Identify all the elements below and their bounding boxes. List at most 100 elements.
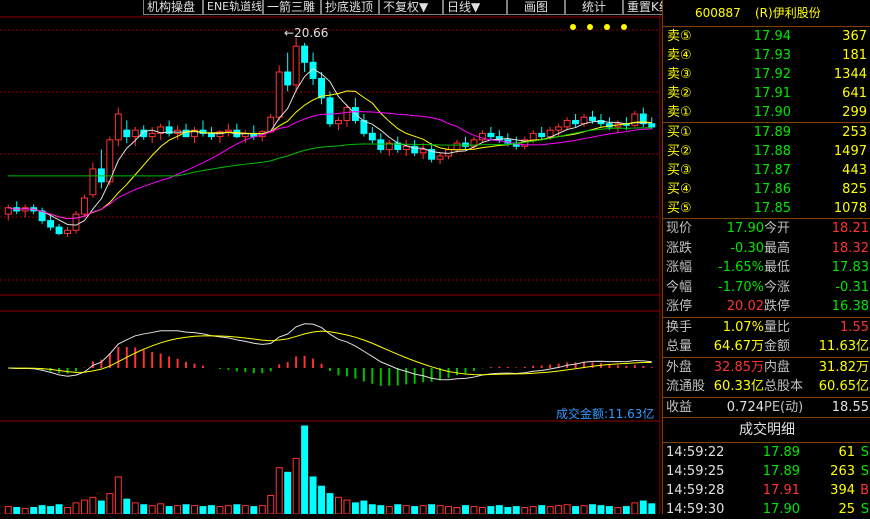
stock-header: 600887 (R)伊利股份 xyxy=(663,0,870,27)
trade-detail-title[interactable]: 成交明细 xyxy=(663,417,870,443)
volume-bar xyxy=(284,471,292,514)
stat-value: 16.38 xyxy=(831,299,869,314)
toolbar-btn-draw[interactable]: 画图 xyxy=(507,0,565,15)
stat-value: 17.90 xyxy=(726,221,764,236)
bid-row[interactable]: 买② 17.88 1497 xyxy=(663,142,870,161)
volume-bar xyxy=(504,507,512,514)
volume-bar xyxy=(563,504,571,514)
candle-body xyxy=(453,142,461,151)
stat-value: 17.83 xyxy=(831,260,869,275)
volume-bar xyxy=(114,476,122,514)
book-level-label: 买④ xyxy=(667,182,692,197)
volume-bar xyxy=(131,502,139,514)
volume-bar xyxy=(512,506,520,514)
stat-label: 现价 xyxy=(666,221,693,236)
book-level-label: 买① xyxy=(667,125,692,140)
volume-bar xyxy=(605,506,613,514)
candle-body xyxy=(343,107,351,121)
volume-bar xyxy=(258,505,266,514)
candle-body xyxy=(284,71,292,86)
bid-row[interactable]: 买① 17.89 253 xyxy=(663,123,870,142)
volume-bar xyxy=(191,505,198,514)
candle-body xyxy=(47,220,55,228)
toolbar-btn-period[interactable]: 日线▼ xyxy=(443,0,507,15)
candle-body xyxy=(419,149,427,154)
candle-body xyxy=(487,132,495,138)
candle-body xyxy=(648,123,656,128)
bid-row[interactable]: 买⑤ 17.85 1078 xyxy=(663,199,870,218)
trade-row: 14:59:28 17.91 394 B xyxy=(663,481,870,500)
trade-row: 14:59:30 17.90 25 S xyxy=(663,500,870,519)
book-price: 17.89 xyxy=(753,125,791,140)
stat-label: 最低 xyxy=(764,260,791,275)
stat-label: 涨跌 xyxy=(666,240,693,256)
volume-bar xyxy=(521,507,529,514)
candle-body xyxy=(301,45,309,63)
candle-body xyxy=(555,126,563,131)
bid-row[interactable]: 买③ 17.87 443 xyxy=(663,161,870,180)
trade-cell: 14:59:25 xyxy=(666,464,725,479)
book-price: 17.85 xyxy=(753,201,791,216)
ask-row[interactable]: 卖⑤ 17.94 367 xyxy=(663,27,870,46)
toolbar-btn-ene[interactable]: ENE轨道线 xyxy=(203,0,263,15)
stat-label: 跌停 xyxy=(764,299,791,314)
volume-bar xyxy=(572,506,580,514)
volume-bar xyxy=(199,506,207,514)
candle-body xyxy=(572,119,580,125)
stat-value: 11.63亿 xyxy=(818,339,869,354)
dot-icon xyxy=(570,24,576,30)
book-volume: 1497 xyxy=(833,144,867,159)
book-level-label: 买② xyxy=(667,144,692,159)
toolbar-btn-yijian[interactable]: 一箭三雕 xyxy=(263,0,321,15)
book-volume: 641 xyxy=(842,86,867,101)
candle-body xyxy=(72,213,80,231)
toolbar-btn-fuquan[interactable]: 不复权▼ xyxy=(379,0,443,15)
bid-row[interactable]: 买④ 17.86 825 xyxy=(663,180,870,199)
stat-label: 今幅 xyxy=(666,279,693,295)
volume-bar xyxy=(411,506,419,514)
volume-bar xyxy=(478,507,486,514)
volume-bar xyxy=(639,500,647,514)
volume-bar xyxy=(97,500,105,514)
stats-table: 现价 17.90 今开 18.21 涨跌 -0.30 最高 18.32 涨幅 -1.65% 最低 17… xyxy=(663,219,870,417)
ask-row[interactable]: 卖① 17.90 299 xyxy=(663,103,870,122)
bid-book: 买① 17.89 253 买② 17.88 1497 买③ 17.87 443 买④ 17.86 82… xyxy=(663,123,870,219)
stat-value: 64.67万 xyxy=(713,339,764,354)
trade-row: 14:59:25 17.89 263 S xyxy=(663,462,870,481)
stat-label: 流通股 xyxy=(666,379,706,394)
kline-chart-area[interactable]: 机构操盘 ENE轨道线 一箭三雕 抄底逃顶 不复权▼ 日线▼ 画图 统计 重置K… xyxy=(0,0,677,514)
candle-body xyxy=(89,168,97,196)
toolbar-btn-stats[interactable]: 统计 xyxy=(565,0,623,15)
volume-bar xyxy=(241,505,249,514)
ask-row[interactable]: 卖② 17.91 641 xyxy=(663,84,870,103)
chart-canvas[interactable] xyxy=(0,0,662,514)
stat-value: 60.65亿 xyxy=(818,379,869,394)
trade-cell: S xyxy=(860,464,869,479)
stat-row: 涨停 20.02 跌停 16.38 xyxy=(663,297,870,317)
stat-row: 换手 1.07% 量比 1.55 xyxy=(663,316,870,338)
book-volume: 367 xyxy=(842,29,867,44)
volume-bar xyxy=(174,505,182,514)
stat-value: -0.31 xyxy=(835,279,869,295)
stat-label: 总股本 xyxy=(764,379,804,394)
stat-label: 今开 xyxy=(764,221,791,236)
candle-body xyxy=(318,77,325,99)
stat-label: 量比 xyxy=(764,319,791,335)
volume-bar xyxy=(106,493,114,514)
toolbar-btn-chaodi[interactable]: 抄底逃顶 xyxy=(321,0,379,15)
dot-icon xyxy=(604,24,610,30)
ask-row[interactable]: 卖③ 17.92 1344 xyxy=(663,65,870,84)
toolbar-btn-jigou[interactable]: 机构操盘 xyxy=(143,0,203,15)
ask-row[interactable]: 卖④ 17.93 181 xyxy=(663,46,870,65)
amount-label: 成交金额:11.63亿 xyxy=(556,407,655,421)
candle-body xyxy=(131,129,139,138)
volume-bar xyxy=(267,494,275,514)
trade-cell: 17.89 xyxy=(762,445,800,460)
volume-bar xyxy=(470,506,478,514)
candle-body xyxy=(148,132,156,138)
volume-bar xyxy=(224,505,232,514)
stat-row: 收益 0.724 PE(动) 18.55 xyxy=(663,396,870,418)
volume-bar xyxy=(546,506,554,514)
max-price-label: ←20.66 xyxy=(284,26,329,40)
book-price: 17.93 xyxy=(753,48,791,63)
